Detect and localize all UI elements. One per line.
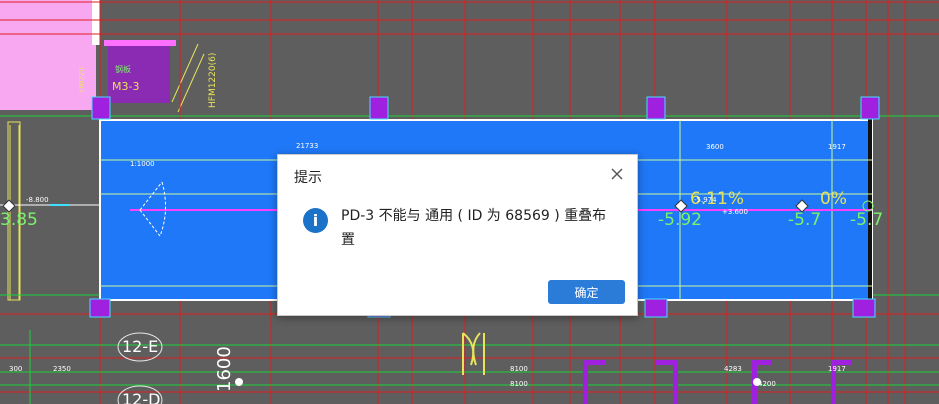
elevation-label: -5.7 — [788, 210, 822, 230]
dimension-label: 300 — [9, 365, 23, 373]
tag-label: 钢板 — [115, 65, 131, 74]
tag-label: M3-3 — [112, 80, 140, 93]
bottom-walls — [583, 360, 851, 404]
dialog-message: PD-3 不能与 通用 ( ID 为 68569 ) 重叠布置 — [341, 208, 607, 248]
dimension-label: 1917 — [828, 365, 846, 373]
dimension-label: 8100 — [510, 380, 528, 388]
dimension-label: 2350 — [53, 365, 71, 373]
elevation-label: -5.7 — [850, 210, 884, 230]
dimension-label: 8100 — [510, 365, 528, 373]
elevation-label: 3.85 — [0, 210, 38, 230]
small-label: +3.600 — [722, 208, 748, 216]
dimension-label: 1917 — [828, 143, 846, 151]
grid-label: 12-E — [122, 337, 159, 356]
alert-dialog: 提示 i PD-3 不能与 通用 ( ID 为 68569 ) 重叠布置 确定 — [277, 154, 638, 316]
dimension-label: 4200 — [758, 380, 776, 388]
dimension-label: 3600 — [706, 143, 724, 151]
info-icon: i — [303, 208, 328, 233]
purple-block-top — [104, 40, 176, 46]
small-label: 1:1000 — [130, 160, 155, 168]
pink-zone — [0, 0, 96, 110]
dialog-title: 提示 — [294, 170, 322, 186]
tag-label: HM220 — [78, 67, 86, 92]
grid-label: 12-D — [122, 390, 161, 404]
close-icon[interactable] — [607, 164, 627, 184]
dimension-label: 21733 — [296, 142, 319, 150]
double-door — [462, 332, 485, 375]
slope-label: 0% — [820, 189, 847, 209]
small-label: -8.800 — [26, 196, 49, 204]
pink-zone-edge — [92, 0, 100, 45]
small-label: -5.974 — [694, 196, 717, 204]
ok-button[interactable]: 确定 — [548, 280, 625, 304]
elevation-label: -5.92 — [658, 210, 702, 230]
tag-label: HFM1220(6) — [208, 52, 218, 108]
dimension-label: 4283 — [724, 365, 742, 373]
dimension-label: 1600 — [214, 346, 235, 392]
